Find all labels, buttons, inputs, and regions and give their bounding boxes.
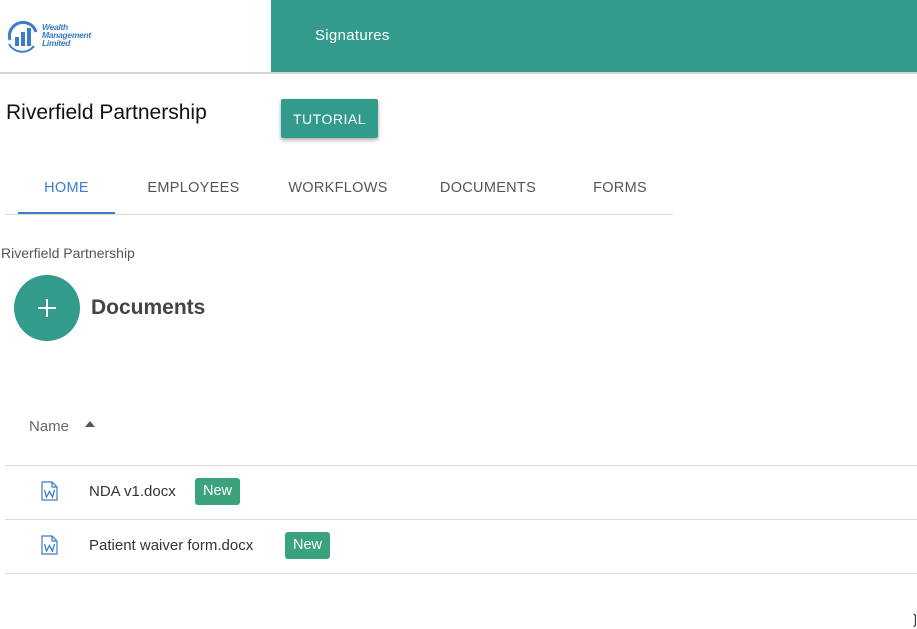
sort-ascending-icon[interactable]: [85, 421, 95, 427]
tab-home[interactable]: HOME: [18, 166, 115, 214]
file-name[interactable]: Patient waiver form.docx: [89, 537, 253, 554]
logo-area: Wealth Management Limited: [0, 0, 271, 72]
app-bar: Signatures: [271, 0, 917, 72]
page-title: Riverfield Partnership: [6, 101, 207, 124]
tab-workflows[interactable]: WORKFLOWS: [278, 166, 398, 214]
column-header-name[interactable]: Name: [29, 418, 69, 435]
word-doc-icon: [41, 535, 58, 555]
divider: [5, 573, 917, 574]
table-row[interactable]: NDA v1.docx New: [5, 466, 917, 519]
tutorial-button[interactable]: TUTORIAL: [281, 99, 378, 138]
tab-bar: HOME EMPLOYEES WORKFLOWS DOCUMENTS FORMS: [5, 166, 673, 215]
cursor-fragment-icon: ❳: [909, 611, 917, 628]
tab-documents[interactable]: DOCUMENTS: [428, 166, 548, 214]
plus-icon-vertical: [46, 299, 48, 317]
tab-employees[interactable]: EMPLOYEES: [135, 166, 252, 214]
file-name[interactable]: NDA v1.docx: [89, 483, 176, 500]
breadcrumb[interactable]: Riverfield Partnership: [1, 245, 135, 261]
app-title[interactable]: Signatures: [315, 27, 390, 44]
table-row[interactable]: Patient waiver form.docx New: [5, 520, 917, 573]
word-doc-icon: [41, 481, 58, 501]
logo-mark-icon: [7, 20, 38, 53]
new-badge: New: [195, 478, 241, 505]
tab-forms[interactable]: FORMS: [583, 166, 657, 214]
top-bar: Wealth Management Limited Signatures: [0, 0, 917, 74]
add-document-button[interactable]: [14, 275, 80, 341]
new-badge: New: [285, 532, 331, 559]
section-title: Documents: [91, 296, 206, 319]
company-logo[interactable]: Wealth Management Limited: [6, 20, 116, 54]
logo-text: Wealth Management Limited: [42, 22, 91, 48]
